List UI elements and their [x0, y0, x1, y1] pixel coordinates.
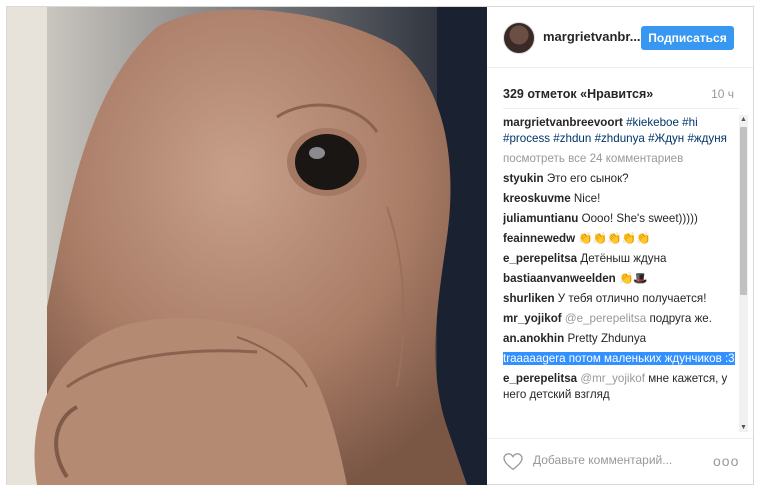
comment: shurliken У тебя отлично получается! [503, 291, 735, 307]
follow-button[interactable]: Подписаться [641, 26, 734, 50]
comment-username[interactable]: an.anokhin [503, 332, 564, 345]
hashtag[interactable]: #ждуня [687, 132, 726, 145]
likes-count[interactable]: 329 отметок «Нравится» [503, 87, 653, 101]
hashtag[interactable]: #kiekeboe [626, 116, 679, 129]
comment: juliamuntianu Oooo! She's sweet))))) [503, 211, 735, 227]
clay-sculpture-image [7, 7, 487, 485]
comment: e_perepelitsa @mr_yojikof мне кажется, у… [503, 371, 735, 403]
comment-username[interactable]: kreoskuvme [503, 192, 571, 205]
comment-username[interactable]: feainnewedw [503, 232, 575, 245]
comment: e_perepelitsa Детёныш ждуна [503, 251, 735, 267]
comment-selected: traaaaagerа потом маленьких ждунчиков :3 [503, 351, 735, 367]
comment-mention[interactable]: @mr_yojikof [580, 372, 645, 385]
post-side-panel: margrietvanbr... Подписаться 329 отметок… [487, 7, 753, 484]
hashtag[interactable]: #zhdunya [595, 132, 645, 145]
heart-outline-icon[interactable] [503, 453, 523, 471]
comment: feainnewedw 👏👏👏👏👏 [503, 231, 735, 247]
comment-text: Это его сынок? [546, 172, 629, 185]
caption: margrietvanbreevoort #kiekeboe #hi #proc… [503, 115, 735, 147]
comment-text: Oooo! She's sweet))))) [581, 212, 698, 225]
comment: bastiaanvanweelden 👏🎩 [503, 271, 735, 287]
comment-text: 👏🎩 [619, 272, 648, 285]
comment-text: Детёныш ждуна [580, 252, 667, 265]
hashtag[interactable]: #process [503, 132, 550, 145]
comment-mention[interactable]: @e_perepelitsa [565, 312, 646, 325]
scroll-up-arrow-icon[interactable]: ▲ [739, 115, 748, 124]
scrollbar-thumb[interactable] [740, 127, 747, 295]
comment-username[interactable]: mr_yojikof [503, 312, 562, 325]
comment-text: Nice! [573, 192, 601, 205]
comment-text: Pretty Zhdunya [567, 332, 647, 345]
comment-username[interactable]: bastiaanvanweelden [503, 272, 616, 285]
comment-username[interactable]: e_perepelitsa [503, 252, 577, 265]
view-all-comments-link[interactable]: посмотреть все 24 комментариев [503, 151, 735, 167]
comment: kreoskuvme Nice! [503, 191, 735, 207]
hashtag[interactable]: #Ждун [648, 132, 684, 145]
scroll-down-arrow-icon[interactable]: ▼ [739, 423, 748, 432]
comment-username[interactable]: shurliken [503, 292, 555, 305]
comments-list: margrietvanbreevoort #kiekeboe #hi #proc… [503, 115, 735, 431]
comment-text: подруга же. [649, 312, 712, 325]
add-comment-input[interactable]: Добавьте комментарий... [533, 453, 672, 467]
comment: styukin Это его сынок? [503, 171, 735, 187]
hashtag[interactable]: #hi [682, 116, 697, 129]
divider [503, 108, 739, 109]
caption-username[interactable]: margrietvanbreevoort [503, 116, 623, 129]
comment-username[interactable]: styukin [503, 172, 544, 185]
comment-text: а потом маленьких ждунчиков :3 [559, 352, 735, 365]
comment-text: У тебя отлично получается! [557, 292, 707, 305]
post-time: 10 ч [711, 87, 734, 101]
comment-username[interactable]: e_perepelitsa [503, 372, 577, 385]
comment-username[interactable]: juliamuntianu [503, 212, 578, 225]
comments-scrollbar[interactable]: ▲ ▼ [739, 115, 748, 432]
hashtag[interactable]: #zhdun [553, 132, 591, 145]
comment: an.anokhin Pretty Zhdunya [503, 331, 735, 347]
more-options-icon[interactable]: ooo [713, 453, 739, 469]
post-photo[interactable] [7, 7, 487, 485]
post-header: margrietvanbr... Подписаться [487, 7, 753, 68]
author-username[interactable]: margrietvanbr... [543, 29, 641, 44]
comment: mr_yojikof @e_perepelitsa подруга же. [503, 311, 735, 327]
comment-footer: Добавьте комментарий... ooo [487, 438, 753, 485]
comment-username[interactable]: traaaaager [503, 352, 560, 365]
comment-text: 👏👏👏👏👏 [578, 232, 651, 245]
avatar[interactable] [503, 22, 535, 54]
